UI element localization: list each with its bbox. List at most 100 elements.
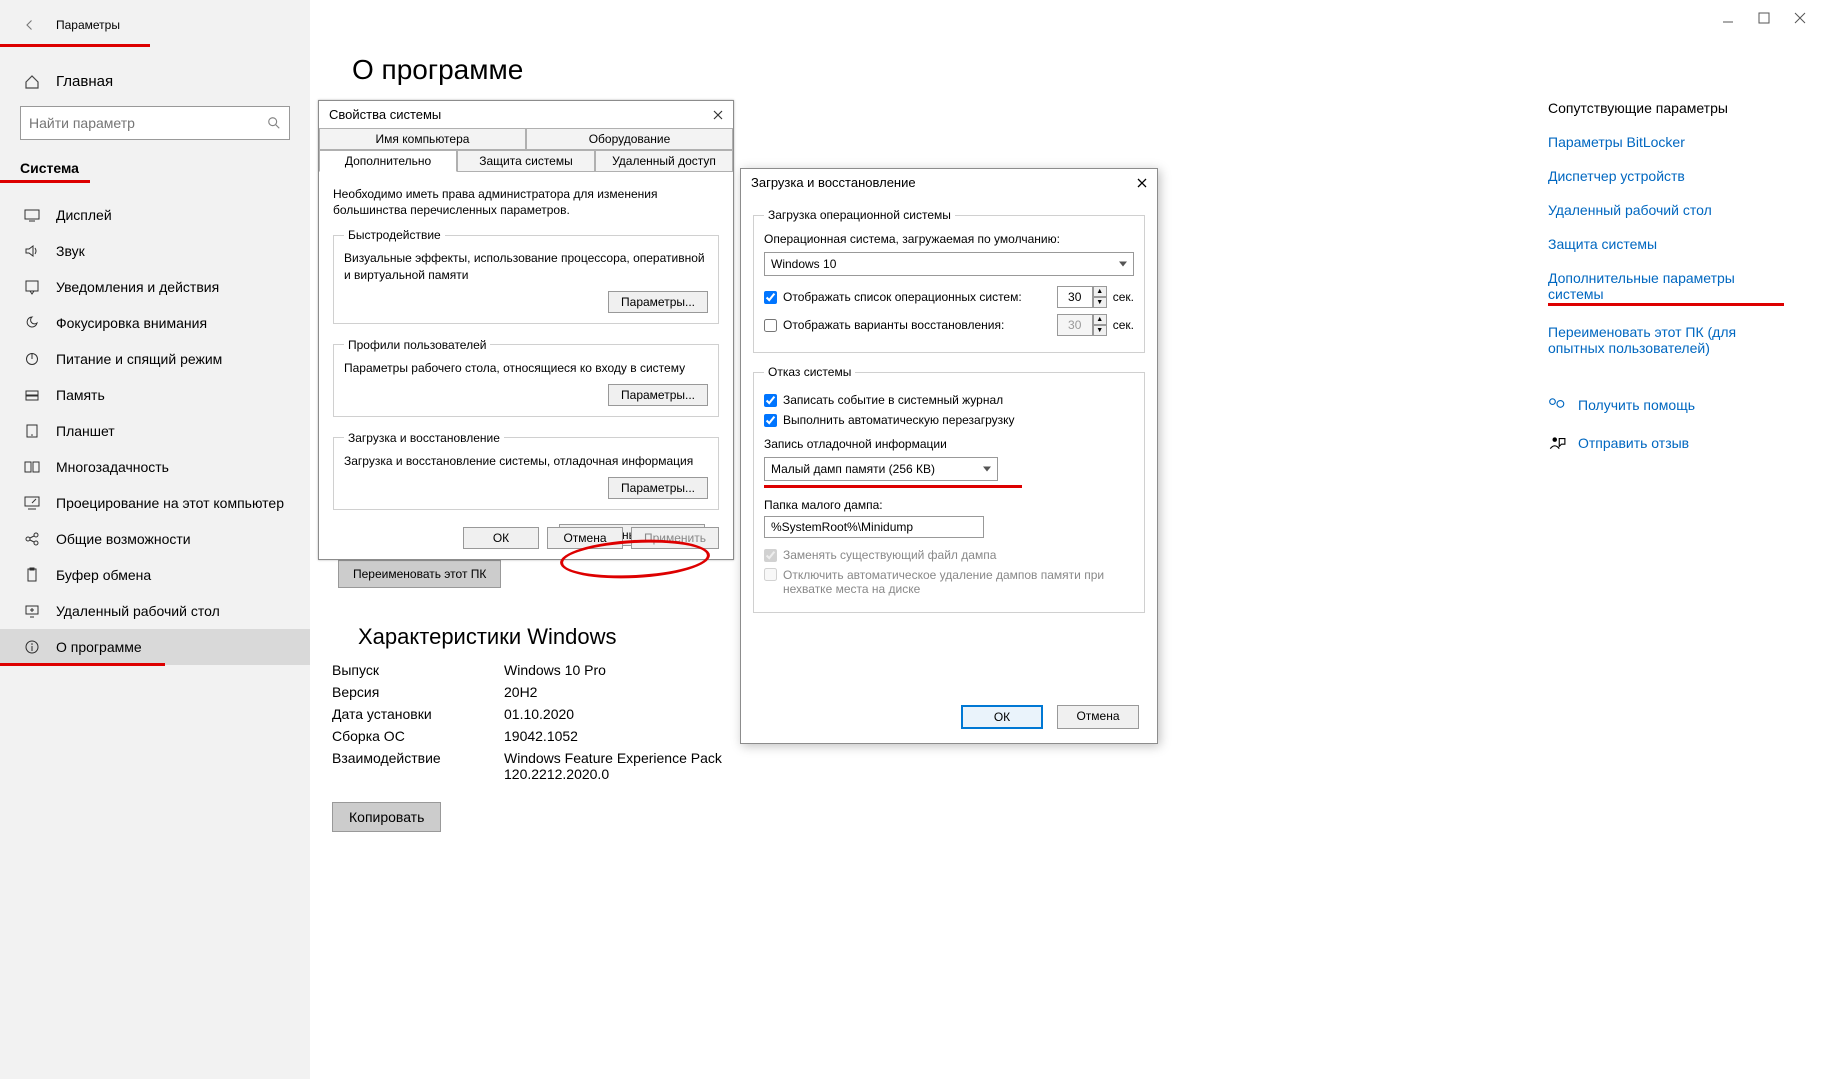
ok-button[interactable]: ОК (961, 705, 1043, 729)
dump-folder-input[interactable] (764, 516, 984, 538)
spinner-down-icon[interactable]: ▼ (1093, 297, 1107, 308)
window-maximize-icon[interactable] (1758, 12, 1770, 24)
tablet-icon (24, 423, 40, 439)
startup-text: Загрузка и восстановление системы, отлад… (344, 453, 708, 469)
show-os-list-checkbox[interactable] (764, 291, 777, 304)
nav-item-tablet[interactable]: Планшет (0, 413, 310, 449)
tab-advanced[interactable]: Дополнительно (319, 150, 457, 172)
focus-icon (24, 315, 40, 331)
performance-group: Быстродействие Визуальные эффекты, испол… (333, 228, 719, 323)
link-advanced-system-settings[interactable]: Дополнительные параметры системы (1548, 270, 1784, 306)
disable-autodelete-checkbox (764, 568, 777, 581)
ok-button[interactable]: ОК (463, 527, 539, 549)
spec-value: 01.10.2020 (504, 706, 574, 722)
spinner-up-icon[interactable]: ▲ (1093, 286, 1107, 297)
nav-label: Фокусировка внимания (56, 315, 207, 331)
nav-label: Общие возможности (56, 531, 191, 547)
storage-icon (24, 387, 40, 403)
link-get-help[interactable]: Получить помощь (1578, 397, 1695, 413)
seconds-spinner-2[interactable]: ▲▼ (1057, 314, 1107, 336)
spec-key: Взаимодействие (332, 750, 504, 782)
window-close-icon[interactable] (1794, 12, 1806, 24)
seconds-spinner-1[interactable]: ▲▼ (1057, 286, 1107, 308)
tab-remote[interactable]: Удаленный доступ (595, 150, 733, 172)
spec-value: 20H2 (504, 684, 537, 700)
settings-sidebar: Параметры Главная Система Дисплей Звук У… (0, 0, 310, 1079)
windows-specs: ВыпускWindows 10 Pro Версия20H2 Дата уст… (332, 662, 764, 832)
nav-label: О программе (56, 639, 142, 655)
nav-item-multitask[interactable]: Многозадачность (0, 449, 310, 485)
nav-label: Проецирование на этот компьютер (56, 495, 284, 511)
nav-label: Питание и спящий режим (56, 351, 222, 367)
performance-text: Визуальные эффекты, использование процес… (344, 250, 708, 282)
show-recovery-checkbox[interactable] (764, 319, 777, 332)
dump-folder-label: Папка малого дампа: (764, 498, 1134, 512)
spec-key: Выпуск (332, 662, 504, 678)
default-os-select[interactable]: Windows 10 (764, 252, 1134, 276)
cancel-button[interactable]: Отмена (547, 527, 623, 549)
feedback-icon (1548, 434, 1566, 452)
seconds-input-2 (1057, 314, 1093, 336)
link-device-manager[interactable]: Диспетчер устройств (1548, 168, 1784, 184)
profiles-legend: Профили пользователей (344, 338, 490, 352)
nav-item-storage[interactable]: Память (0, 377, 310, 413)
dump-type-select[interactable]: Малый дамп памяти (256 КВ) (764, 457, 998, 481)
nav-item-about[interactable]: О программе (0, 629, 310, 665)
dialog-title: Загрузка и восстановление (751, 175, 916, 190)
performance-settings-button[interactable]: Параметры... (608, 291, 708, 313)
nav-label: Дисплей (56, 207, 112, 223)
nav-item-projecting[interactable]: Проецирование на этот компьютер (0, 485, 310, 521)
link-feedback[interactable]: Отправить отзыв (1578, 435, 1689, 451)
nav-item-display[interactable]: Дисплей (0, 197, 310, 233)
show-recovery-label: Отображать варианты восстановления: (783, 318, 1051, 332)
spec-value: Windows 10 Pro (504, 662, 606, 678)
profiles-text: Параметры рабочего стола, относящиеся ко… (344, 360, 708, 376)
nav-item-remote-desktop[interactable]: Удаленный рабочий стол (0, 593, 310, 629)
search-icon (267, 116, 281, 130)
link-remote-desktop[interactable]: Удаленный рабочий стол (1548, 202, 1784, 218)
show-os-list-label: Отображать список операционных систем: (783, 290, 1051, 304)
apply-button[interactable]: Применить (631, 527, 719, 549)
nav-label: Память (56, 387, 105, 403)
system-failure-group: Отказ системы Записать событие в системн… (753, 365, 1145, 613)
tab-system-protection[interactable]: Защита системы (457, 150, 595, 172)
seconds-input-1[interactable] (1057, 286, 1093, 308)
link-bitlocker[interactable]: Параметры BitLocker (1548, 134, 1784, 150)
window-minimize-icon[interactable] (1722, 12, 1734, 24)
close-icon[interactable] (713, 110, 723, 120)
tab-computer-name[interactable]: Имя компьютера (319, 128, 526, 150)
windows-specs-heading: Характеристики Windows (358, 624, 616, 650)
remote-desktop-icon (24, 603, 40, 619)
back-arrow-icon[interactable] (24, 19, 36, 31)
write-event-label: Записать событие в системный журнал (783, 393, 1003, 407)
nav-item-shared[interactable]: Общие возможности (0, 521, 310, 557)
nav-item-clipboard[interactable]: Буфер обмена (0, 557, 310, 593)
home-nav-item[interactable]: Главная (0, 65, 310, 106)
related-heading: Сопутствующие параметры (1548, 100, 1784, 116)
search-box[interactable] (20, 106, 290, 140)
nav-label: Звук (56, 243, 85, 259)
power-icon (24, 351, 40, 367)
nav-item-focus[interactable]: Фокусировка внимания (0, 305, 310, 341)
nav-item-notifications[interactable]: Уведомления и действия (0, 269, 310, 305)
profiles-settings-button[interactable]: Параметры... (608, 384, 708, 406)
close-icon[interactable] (1137, 178, 1147, 188)
projecting-icon (24, 495, 40, 511)
spec-key: Сборка ОС (332, 728, 504, 744)
nav-item-sound[interactable]: Звук (0, 233, 310, 269)
link-system-protection[interactable]: Защита системы (1548, 236, 1784, 252)
startup-settings-button[interactable]: Параметры... (608, 477, 708, 499)
seconds-unit: сек. (1113, 290, 1134, 304)
startup-recovery-dialog: Загрузка и восстановление Загрузка опера… (740, 168, 1158, 744)
cancel-button[interactable]: Отмена (1057, 705, 1139, 729)
link-rename-pc-advanced[interactable]: Переименовать этот ПК (для опытных польз… (1548, 324, 1784, 356)
copy-button[interactable]: Копировать (332, 802, 441, 832)
write-event-checkbox[interactable] (764, 394, 777, 407)
nav-item-power[interactable]: Питание и спящий режим (0, 341, 310, 377)
system-properties-dialog: Свойства системы Имя компьютера Оборудов… (318, 100, 734, 560)
system-startup-legend: Загрузка операционной системы (764, 208, 955, 222)
auto-restart-checkbox[interactable] (764, 414, 777, 427)
tab-hardware[interactable]: Оборудование (526, 128, 733, 150)
search-input[interactable] (29, 115, 267, 131)
performance-legend: Быстродействие (344, 228, 445, 242)
